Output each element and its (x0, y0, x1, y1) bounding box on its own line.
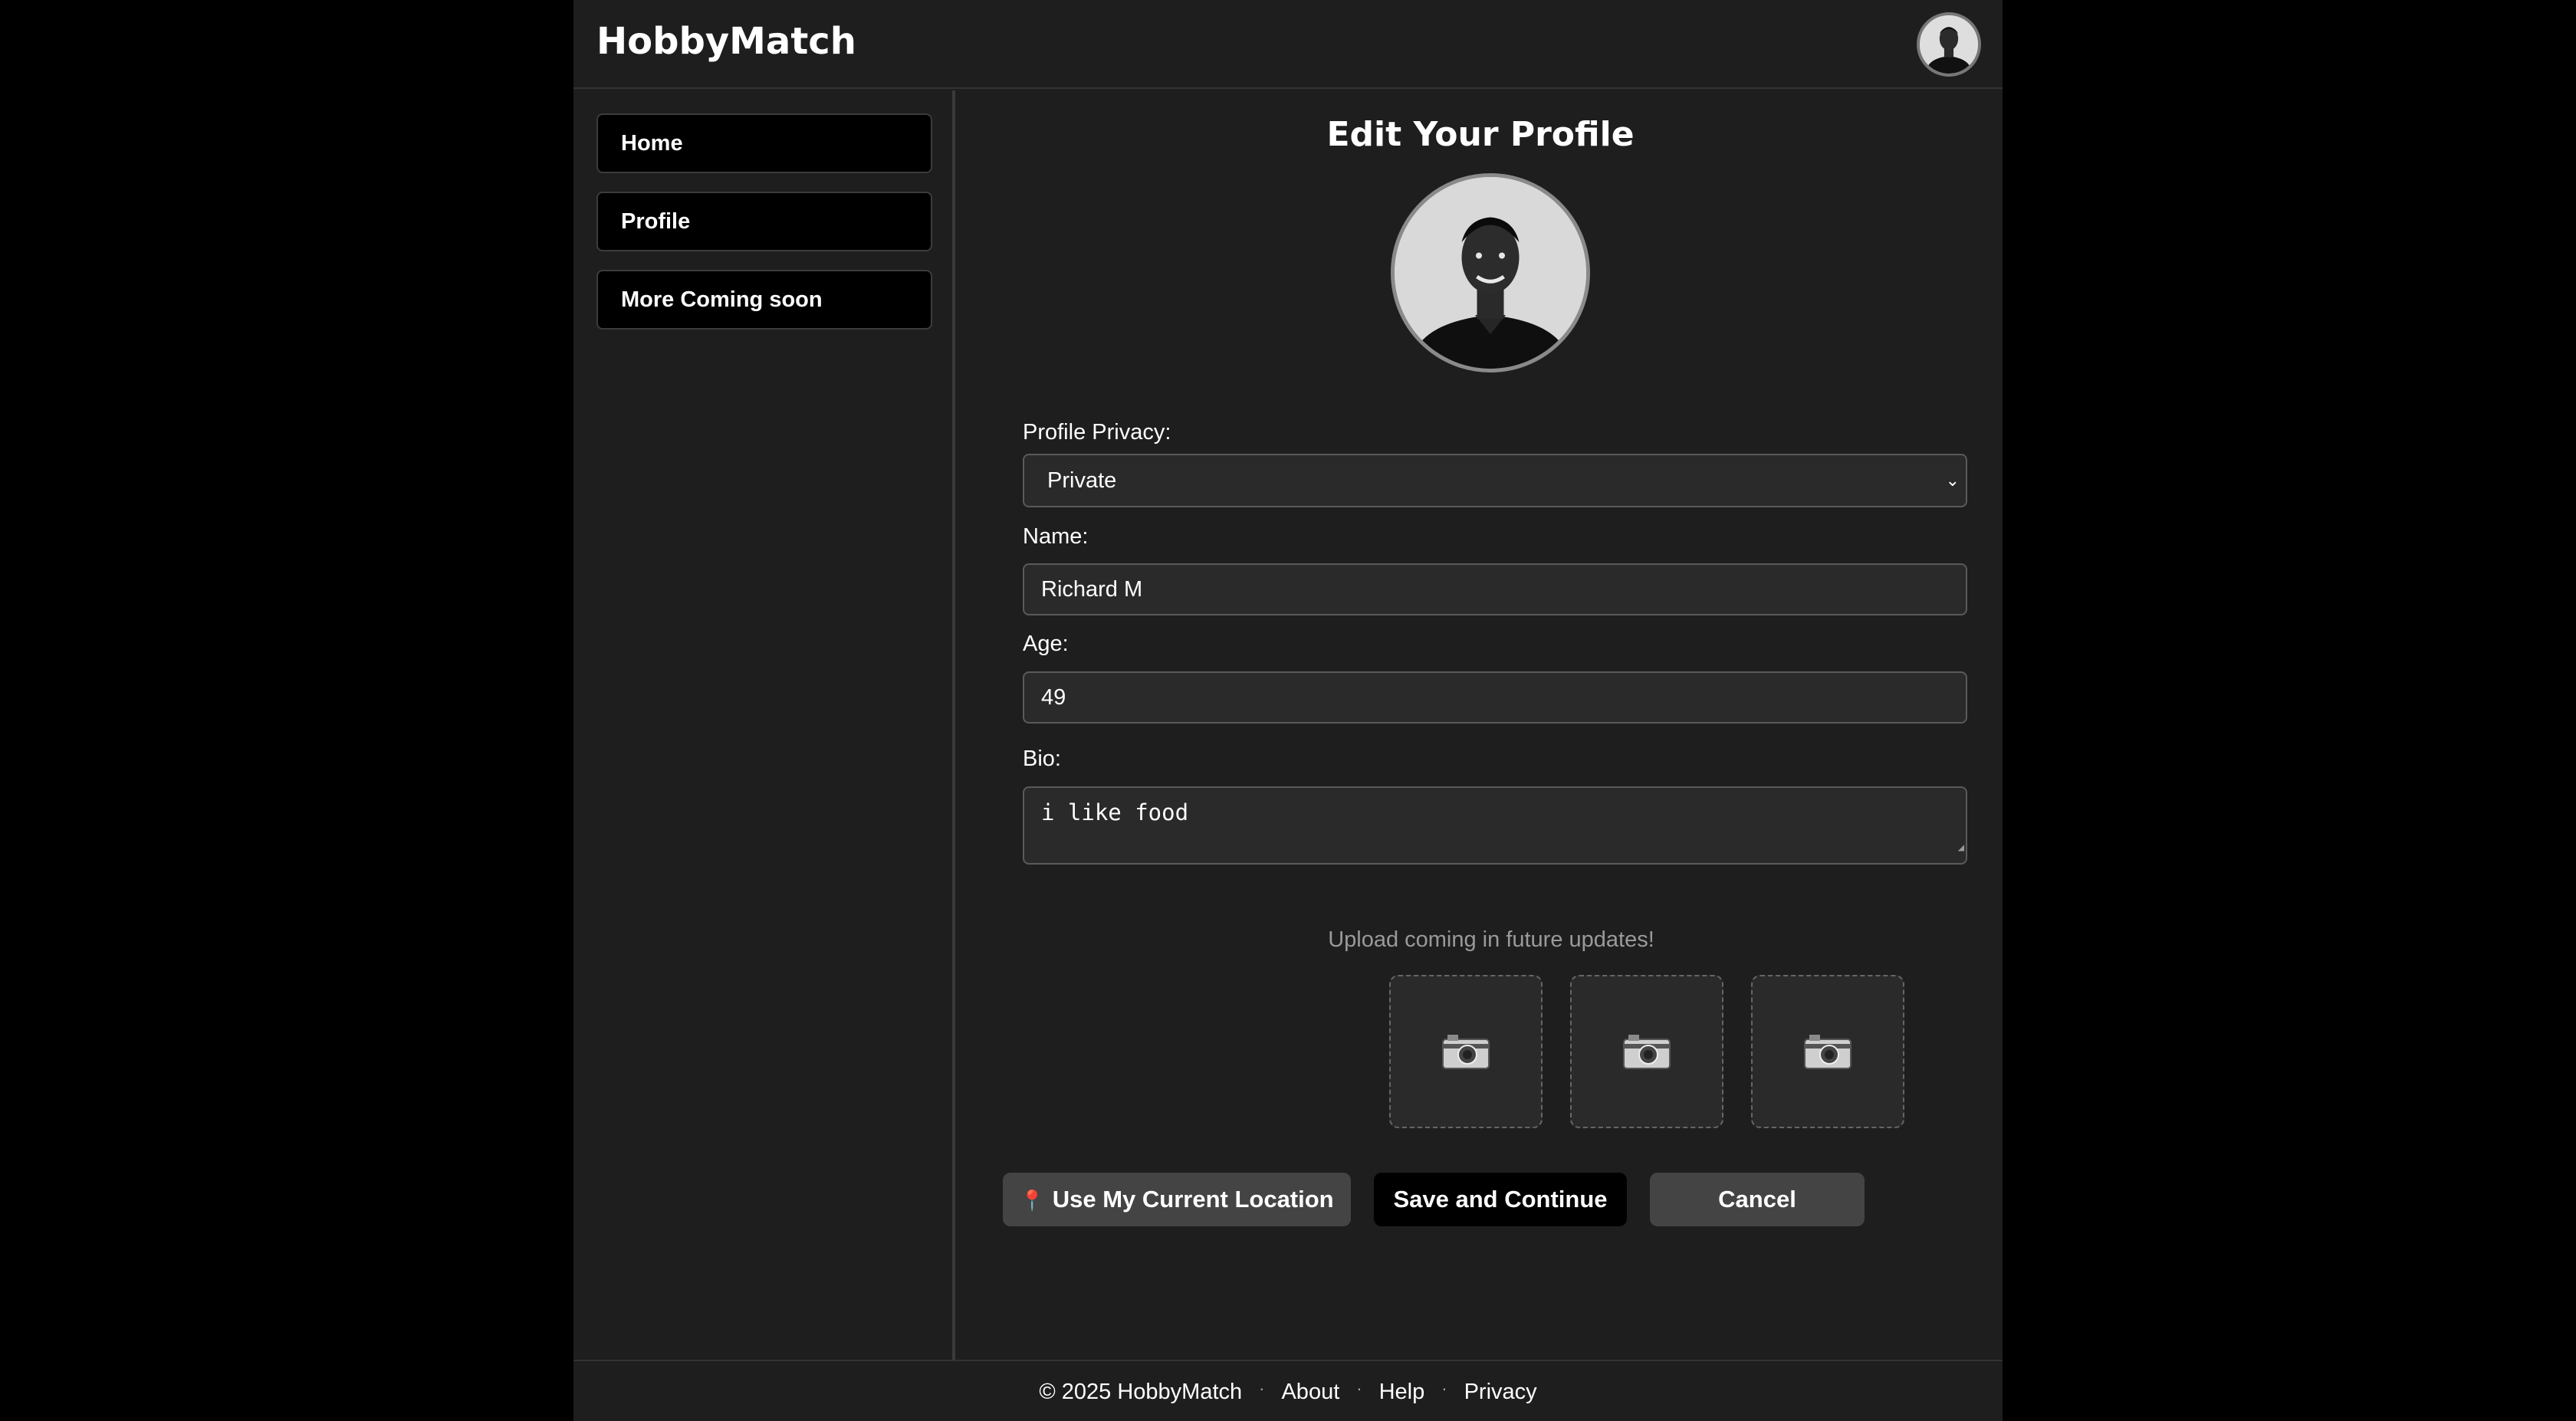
camera-icon (1804, 1035, 1852, 1069)
sidebar-item-profile[interactable]: Profile (596, 192, 932, 251)
page-title: Edit Your Profile (1326, 115, 1635, 154)
edit-profile-panel: Edit Your Profile Profile Privacy: Priva… (958, 90, 2003, 1360)
footer-separator: · (1441, 1379, 1447, 1398)
sidebar-item-more-coming-soon[interactable]: More Coming soon (596, 270, 932, 330)
footer-copyright: © 2025 HobbyMatch (1039, 1380, 1243, 1404)
sidebar-item-home[interactable]: Home (596, 113, 932, 173)
privacy-select[interactable]: Private ⌄ (1023, 454, 1967, 507)
privacy-label: Profile Privacy: (1023, 420, 1171, 445)
app-container: HobbyMatch Home Profile More Coming soon… (573, 0, 2003, 1421)
chevron-down-icon: ⌄ (1945, 471, 1960, 490)
footer-separator: · (1356, 1379, 1362, 1398)
bio-text: i like food (1041, 799, 1189, 825)
upload-slot-1[interactable] (1389, 975, 1543, 1128)
use-current-location-button[interactable]: 📍 Use My Current Location (1003, 1173, 1351, 1226)
footer-link-privacy[interactable]: Privacy (1464, 1380, 1537, 1404)
profile-picture[interactable] (1391, 173, 1590, 372)
bio-label: Bio: (1023, 747, 1061, 771)
upload-note: Upload coming in future updates! (1328, 927, 1654, 952)
name-label: Name: (1023, 524, 1089, 549)
footer-link-about[interactable]: About (1281, 1380, 1339, 1404)
user-avatar[interactable] (1917, 12, 1981, 77)
privacy-selected-value: Private (1047, 468, 1117, 493)
sidebar: Home Profile More Coming soon (573, 90, 955, 1360)
brand-logo[interactable]: HobbyMatch (596, 20, 856, 63)
bio-textarea[interactable]: i like food ◢ (1023, 786, 1967, 865)
upload-slot-3[interactable] (1751, 975, 1904, 1128)
cancel-button[interactable]: Cancel (1650, 1173, 1865, 1226)
footer-link-help[interactable]: Help (1379, 1380, 1425, 1404)
upload-slot-2[interactable] (1570, 975, 1723, 1128)
footer-separator: · (1259, 1379, 1265, 1398)
camera-icon (1623, 1035, 1671, 1069)
name-input[interactable]: Richard M (1023, 563, 1967, 615)
map-pin-icon: 📍 (1020, 1189, 1045, 1212)
age-input[interactable]: 49 (1023, 671, 1967, 724)
top-header: HobbyMatch (573, 0, 2003, 89)
save-and-continue-button[interactable]: Save and Continue (1374, 1173, 1627, 1226)
resize-handle-icon[interactable]: ◢ (1958, 832, 1964, 863)
footer: © 2025 HobbyMatch · About · Help · Privacy (573, 1360, 2003, 1421)
camera-icon (1442, 1035, 1490, 1069)
age-label: Age: (1023, 632, 1069, 656)
location-button-label: Use My Current Location (1052, 1186, 1334, 1213)
